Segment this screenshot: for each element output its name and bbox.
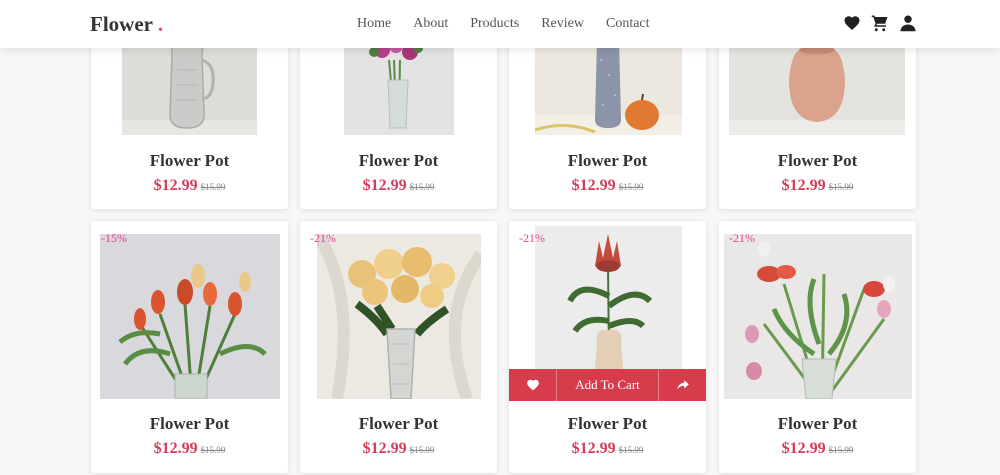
product-title: Flower Pot xyxy=(149,414,230,433)
main-nav: Home About Products Review Contact xyxy=(357,16,650,32)
cart-icon[interactable] xyxy=(871,14,889,32)
discount-badge: -21% xyxy=(519,231,545,245)
product-card[interactable]: -15% Flower Pot $12.99 $15.99 xyxy=(91,221,288,473)
nav-products[interactable]: Products xyxy=(470,16,519,32)
product-card[interactable]: Flower Pot $12.99 $15.99 xyxy=(509,20,706,209)
product-old-price: $15.99 xyxy=(828,445,854,455)
product-photo xyxy=(535,226,682,376)
product-old-price: $15.99 xyxy=(618,182,644,192)
product-old-price: $15.99 xyxy=(828,182,854,192)
product-price: $12.99 xyxy=(362,440,407,457)
nav-review[interactable]: Review xyxy=(541,16,584,32)
heart-icon[interactable] xyxy=(843,14,861,32)
discount-badge: -21% xyxy=(729,231,755,245)
product-price: $12.99 xyxy=(571,177,616,194)
product-price: $12.99 xyxy=(781,177,826,194)
product-price: $12.99 xyxy=(153,440,198,457)
product-card[interactable]: Flower Pot $12.99 $15.99 xyxy=(719,20,916,209)
product-title: Flower Pot xyxy=(149,151,230,170)
product-title: Flower Pot xyxy=(777,151,858,170)
product-card[interactable]: -21% Flower Pot $12.99 $15.99 xyxy=(719,221,916,473)
price-line: $12.99 $15.99 xyxy=(719,177,916,195)
price-line: $12.99 $15.99 xyxy=(300,440,497,458)
price-line: $12.99 $15.99 xyxy=(719,440,916,458)
add-to-cart-button[interactable]: Add To Cart xyxy=(557,377,658,393)
product-title: Flower Pot xyxy=(777,414,858,433)
price-line: $12.99 $15.99 xyxy=(300,177,497,195)
product-card[interactable]: Flower Pot $12.99 $15.99 xyxy=(91,20,288,209)
product-card[interactable]: Flower Pot $12.99 $15.99 xyxy=(300,20,497,209)
nav-about[interactable]: About xyxy=(413,16,448,32)
product-price: $12.99 xyxy=(362,177,407,194)
wishlist-heart-icon[interactable] xyxy=(509,369,557,401)
product-old-price: $15.99 xyxy=(409,182,435,192)
header-icons xyxy=(843,14,917,32)
product-photo xyxy=(100,234,280,399)
price-line: $12.99 $15.99 xyxy=(91,177,288,195)
site-header: Flower . Home About Products Review Cont… xyxy=(0,0,1000,48)
product-old-price: $15.99 xyxy=(409,445,435,455)
logo-dot: . xyxy=(157,12,164,36)
product-old-price: $15.99 xyxy=(200,445,226,455)
product-price: $12.99 xyxy=(571,440,616,457)
price-line: $12.99 $15.99 xyxy=(91,440,288,458)
user-icon[interactable] xyxy=(899,14,917,32)
discount-badge: -15% xyxy=(101,231,127,245)
nav-home[interactable]: Home xyxy=(357,16,391,32)
product-photo xyxy=(724,234,912,399)
price-line: $12.99 $15.99 xyxy=(509,177,706,195)
product-old-price: $15.99 xyxy=(200,182,226,192)
product-title: Flower Pot xyxy=(567,151,648,170)
product-price: $12.99 xyxy=(153,177,198,194)
price-line: $12.99 $15.99 xyxy=(509,440,706,458)
product-old-price: $15.99 xyxy=(618,445,644,455)
product-card[interactable]: -21% Flower Pot $12.99 $15.99 xyxy=(300,221,497,473)
product-photo xyxy=(317,234,481,399)
product-title: Flower Pot xyxy=(567,414,648,433)
product-title: Flower Pot xyxy=(358,151,439,170)
nav-contact[interactable]: Contact xyxy=(606,16,650,32)
product-card[interactable]: -21% Add To Cart Flower Pot $12.99 $15.99 xyxy=(509,221,706,473)
logo[interactable]: Flower . xyxy=(90,12,163,37)
discount-badge: -21% xyxy=(310,231,336,245)
add-to-cart-bar: Add To Cart xyxy=(509,369,706,401)
share-icon[interactable] xyxy=(658,369,706,401)
product-price: $12.99 xyxy=(781,440,826,457)
product-title: Flower Pot xyxy=(358,414,439,433)
logo-text: Flower xyxy=(90,12,153,36)
